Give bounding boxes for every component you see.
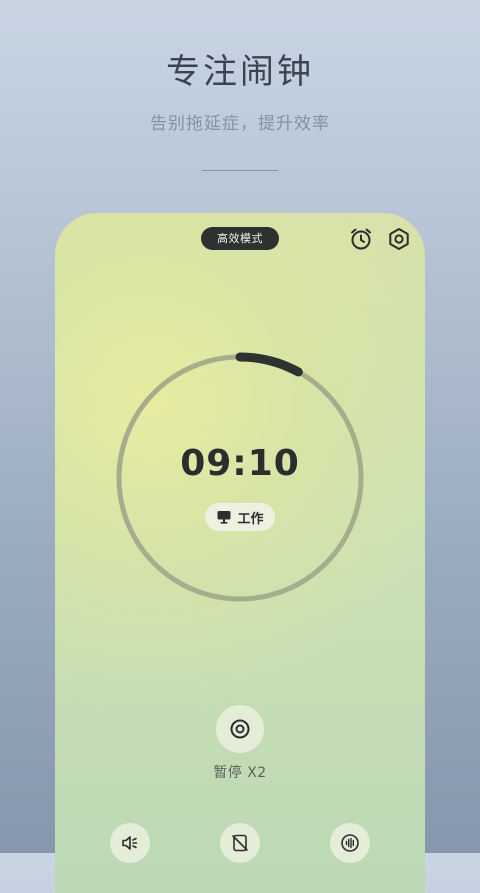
mode-pill[interactable]: 高效模式 (201, 227, 279, 250)
alarm-clock-icon (351, 228, 371, 250)
phone-screen: 高效模式 09:10 工作 暂停 X2 (55, 213, 425, 893)
screen-off-icon (232, 834, 248, 852)
task-tag-label: 工作 (237, 511, 264, 527)
pause-button[interactable] (216, 705, 264, 753)
pause-label: 暂停 X2 (213, 765, 267, 781)
page-subtitle: 告别拖延症，提升效率 (150, 114, 330, 134)
timer-ring-progress (235, 352, 303, 377)
white-noise-icon (341, 834, 359, 852)
sound-icon (122, 836, 138, 850)
alarm-button[interactable] (347, 225, 375, 253)
sound-button[interactable] (110, 823, 150, 863)
settings-button[interactable] (385, 225, 413, 253)
screen-off-button[interactable] (220, 823, 260, 863)
timer-display: 09:10 (180, 443, 300, 484)
monitor-icon (217, 511, 231, 524)
task-tag[interactable]: 工作 (205, 503, 275, 531)
target-icon (230, 719, 250, 739)
page-title: 专注闹钟 (166, 52, 314, 92)
title-divider (202, 170, 278, 171)
white-noise-button[interactable] (330, 823, 370, 863)
gear-icon (389, 228, 409, 250)
